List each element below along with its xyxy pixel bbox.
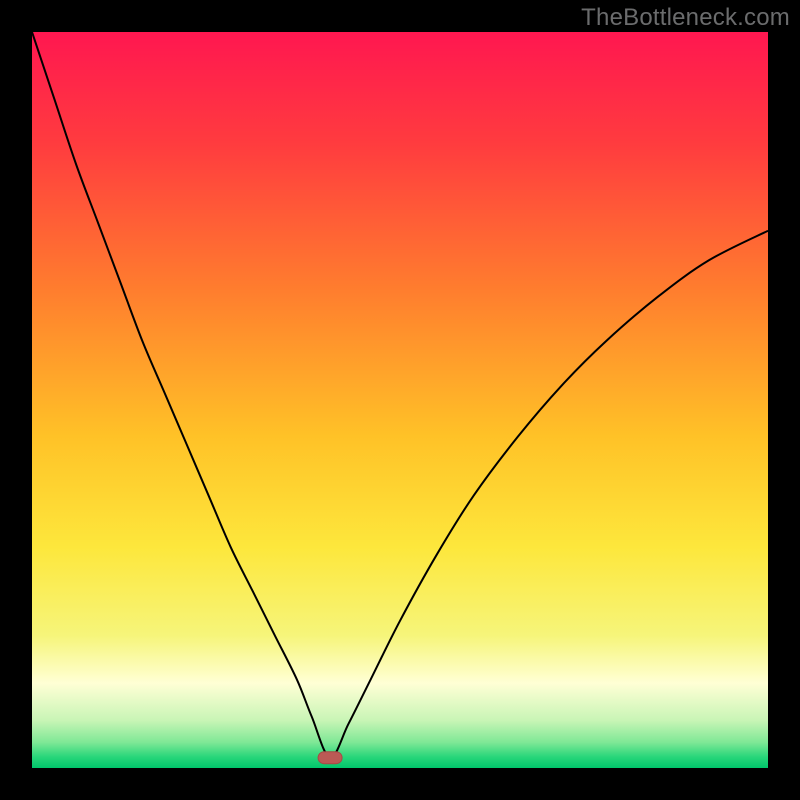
watermark-text: TheBottleneck.com [581,4,790,32]
gradient-background [32,32,768,768]
plot-area [32,32,768,768]
plot-svg [32,32,768,768]
optimal-point-marker [318,752,342,764]
chart-frame: TheBottleneck.com [0,0,800,800]
